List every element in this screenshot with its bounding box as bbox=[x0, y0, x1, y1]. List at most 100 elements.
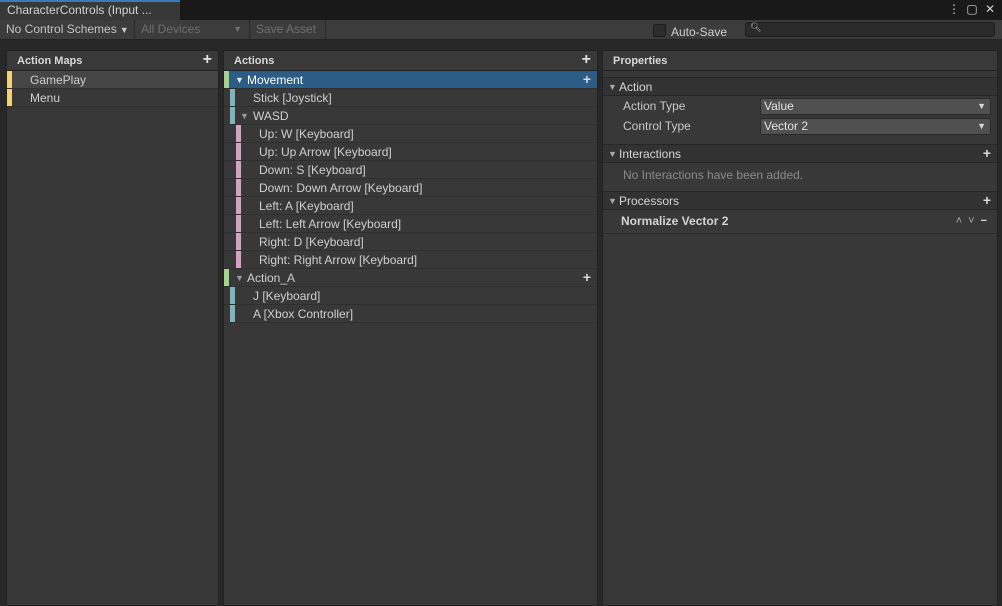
composite-part-color-bar bbox=[236, 143, 241, 160]
devices-label: All Devices bbox=[141, 22, 201, 36]
add-interaction-icon[interactable]: + bbox=[983, 144, 991, 163]
properties-title: Properties bbox=[613, 55, 668, 67]
auto-save-checkbox[interactable] bbox=[653, 23, 666, 37]
search-box[interactable]: 🔍︎ bbox=[745, 22, 995, 37]
chevron-down-icon: ▼ bbox=[119, 25, 129, 35]
control-type-label: Control Type bbox=[623, 119, 691, 133]
remove-icon[interactable]: − bbox=[981, 210, 987, 232]
chevron-down-icon: ▼ bbox=[977, 121, 986, 131]
expand-triangle-icon[interactable]: ▼ bbox=[608, 78, 617, 97]
properties-header: Properties bbox=[603, 51, 997, 71]
composite-part-row[interactable]: Right: D [Keyboard] bbox=[224, 233, 597, 251]
maximize-icon[interactable]: ▢ bbox=[966, 1, 978, 17]
auto-save-label: Auto-Save bbox=[671, 25, 728, 39]
control-schemes-dropdown[interactable]: No Control Schemes ▼ bbox=[0, 20, 135, 39]
action-map-label: GamePlay bbox=[30, 73, 87, 87]
processors-section-label: Processors bbox=[619, 194, 680, 208]
composite-part-color-bar bbox=[236, 251, 241, 268]
action-section-header[interactable]: ▼ Action bbox=[603, 77, 997, 96]
action-row-action-a[interactable]: ▼ Action_A + bbox=[224, 269, 597, 287]
composite-label: WASD bbox=[253, 109, 289, 123]
save-asset-button[interactable]: Save Asset bbox=[250, 20, 326, 39]
processor-label: Normalize Vector 2 bbox=[621, 214, 729, 228]
action-maps-header: Action Maps + bbox=[7, 51, 218, 71]
expand-triangle-icon[interactable]: ▼ bbox=[235, 71, 244, 89]
more-vert-icon[interactable]: ⋮ bbox=[948, 1, 960, 17]
binding-label: J [Keyboard] bbox=[253, 289, 321, 303]
processor-item[interactable]: Normalize Vector 2 ˄ ˅ − bbox=[603, 210, 997, 234]
composite-part-label: Down: Down Arrow [Keyboard] bbox=[259, 181, 423, 195]
composite-part-label: Down: S [Keyboard] bbox=[259, 163, 366, 177]
composite-part-row[interactable]: Up: Up Arrow [Keyboard] bbox=[224, 143, 597, 161]
composite-part-label: Right: D [Keyboard] bbox=[259, 235, 364, 249]
action-map-label: Menu bbox=[30, 91, 61, 105]
binding-row[interactable]: Stick [Joystick] bbox=[224, 89, 597, 107]
action-maps-title: Action Maps bbox=[17, 55, 83, 67]
binding-color-bar bbox=[230, 89, 235, 106]
control-type-row: Control Type Vector 2 ▼ bbox=[603, 117, 997, 137]
search-icon: 🔍︎ bbox=[750, 22, 762, 32]
devices-dropdown[interactable]: All Devices ▼ bbox=[135, 20, 250, 39]
composite-part-label: Up: Up Arrow [Keyboard] bbox=[259, 145, 392, 159]
composite-part-label: Left: Left Arrow [Keyboard] bbox=[259, 217, 402, 231]
composite-part-color-bar bbox=[236, 197, 241, 214]
control-type-value: Vector 2 bbox=[764, 119, 809, 133]
interactions-empty-message: No Interactions have been added. bbox=[623, 168, 804, 182]
move-up-icon[interactable]: ˄ bbox=[956, 210, 962, 232]
composite-part-label: Left: A [Keyboard] bbox=[259, 199, 354, 213]
toolbar: No Control Schemes ▼ All Devices ▼ Save As… bbox=[0, 20, 1002, 40]
control-schemes-label: No Control Schemes bbox=[6, 22, 117, 36]
binding-label: A [Xbox Controller] bbox=[253, 307, 354, 321]
action-row-movement[interactable]: ▼ Movement + bbox=[224, 71, 597, 89]
actions-header: Actions + bbox=[224, 51, 597, 71]
action-map-item-menu[interactable]: Menu bbox=[7, 89, 218, 107]
chevron-down-icon: ▼ bbox=[977, 101, 986, 111]
window-tab[interactable]: CharacterControls (Input ... bbox=[0, 0, 180, 20]
add-binding-icon[interactable]: + bbox=[583, 70, 591, 88]
composite-part-row[interactable]: Right: Right Arrow [Keyboard] bbox=[224, 251, 597, 269]
action-map-color-bar bbox=[7, 89, 12, 106]
composite-part-color-bar bbox=[236, 215, 241, 232]
expand-triangle-icon[interactable]: ▼ bbox=[608, 192, 617, 211]
action-type-label: Action Type bbox=[623, 99, 686, 113]
action-map-item-gameplay[interactable]: GamePlay bbox=[7, 71, 218, 89]
add-action-icon[interactable]: + bbox=[582, 50, 591, 70]
search-input[interactable] bbox=[762, 23, 990, 36]
composite-part-row[interactable]: Left: Left Arrow [Keyboard] bbox=[224, 215, 597, 233]
expand-triangle-icon[interactable]: ▼ bbox=[235, 269, 244, 287]
auto-save-toggle[interactable]: Auto-Save bbox=[653, 21, 727, 39]
properties-panel: Properties ▼ Action Action Type Value ▼ … bbox=[602, 50, 998, 606]
composite-part-row[interactable]: Up: W [Keyboard] bbox=[224, 125, 597, 143]
move-down-icon[interactable]: ˅ bbox=[968, 210, 974, 232]
composite-part-row[interactable]: Down: Down Arrow [Keyboard] bbox=[224, 179, 597, 197]
composite-part-color-bar bbox=[236, 161, 241, 178]
binding-label: Stick [Joystick] bbox=[253, 91, 332, 105]
binding-row[interactable]: A [Xbox Controller] bbox=[224, 305, 597, 323]
processors-section-header[interactable]: ▼ Processors + bbox=[603, 191, 997, 210]
composite-part-row[interactable]: Down: S [Keyboard] bbox=[224, 161, 597, 179]
action-type-row: Action Type Value ▼ bbox=[603, 97, 997, 117]
interactions-section-header[interactable]: ▼ Interactions + bbox=[603, 144, 997, 163]
add-processor-icon[interactable]: + bbox=[983, 191, 991, 210]
action-color-bar bbox=[224, 71, 229, 88]
binding-color-bar bbox=[230, 107, 235, 124]
action-type-dropdown[interactable]: Value ▼ bbox=[760, 98, 991, 115]
binding-row[interactable]: J [Keyboard] bbox=[224, 287, 597, 305]
binding-color-bar bbox=[230, 305, 235, 322]
expand-triangle-icon[interactable]: ▼ bbox=[608, 145, 617, 164]
close-icon[interactable]: ✕ bbox=[984, 1, 996, 17]
composite-part-color-bar bbox=[236, 179, 241, 196]
composite-part-color-bar bbox=[236, 233, 241, 250]
expand-triangle-icon[interactable]: ▼ bbox=[240, 107, 249, 125]
action-section-label: Action bbox=[619, 80, 653, 94]
add-action-map-icon[interactable]: + bbox=[203, 50, 212, 70]
composite-part-label: Up: W [Keyboard] bbox=[259, 127, 354, 141]
control-type-dropdown[interactable]: Vector 2 ▼ bbox=[760, 118, 991, 135]
binding-color-bar bbox=[230, 287, 235, 304]
composite-part-row[interactable]: Left: A [Keyboard] bbox=[224, 197, 597, 215]
add-binding-icon[interactable]: + bbox=[583, 268, 591, 286]
action-map-color-bar bbox=[7, 71, 12, 88]
action-color-bar bbox=[224, 269, 229, 286]
composite-row-wasd[interactable]: ▼ WASD bbox=[224, 107, 597, 125]
action-label: Movement bbox=[247, 73, 304, 87]
